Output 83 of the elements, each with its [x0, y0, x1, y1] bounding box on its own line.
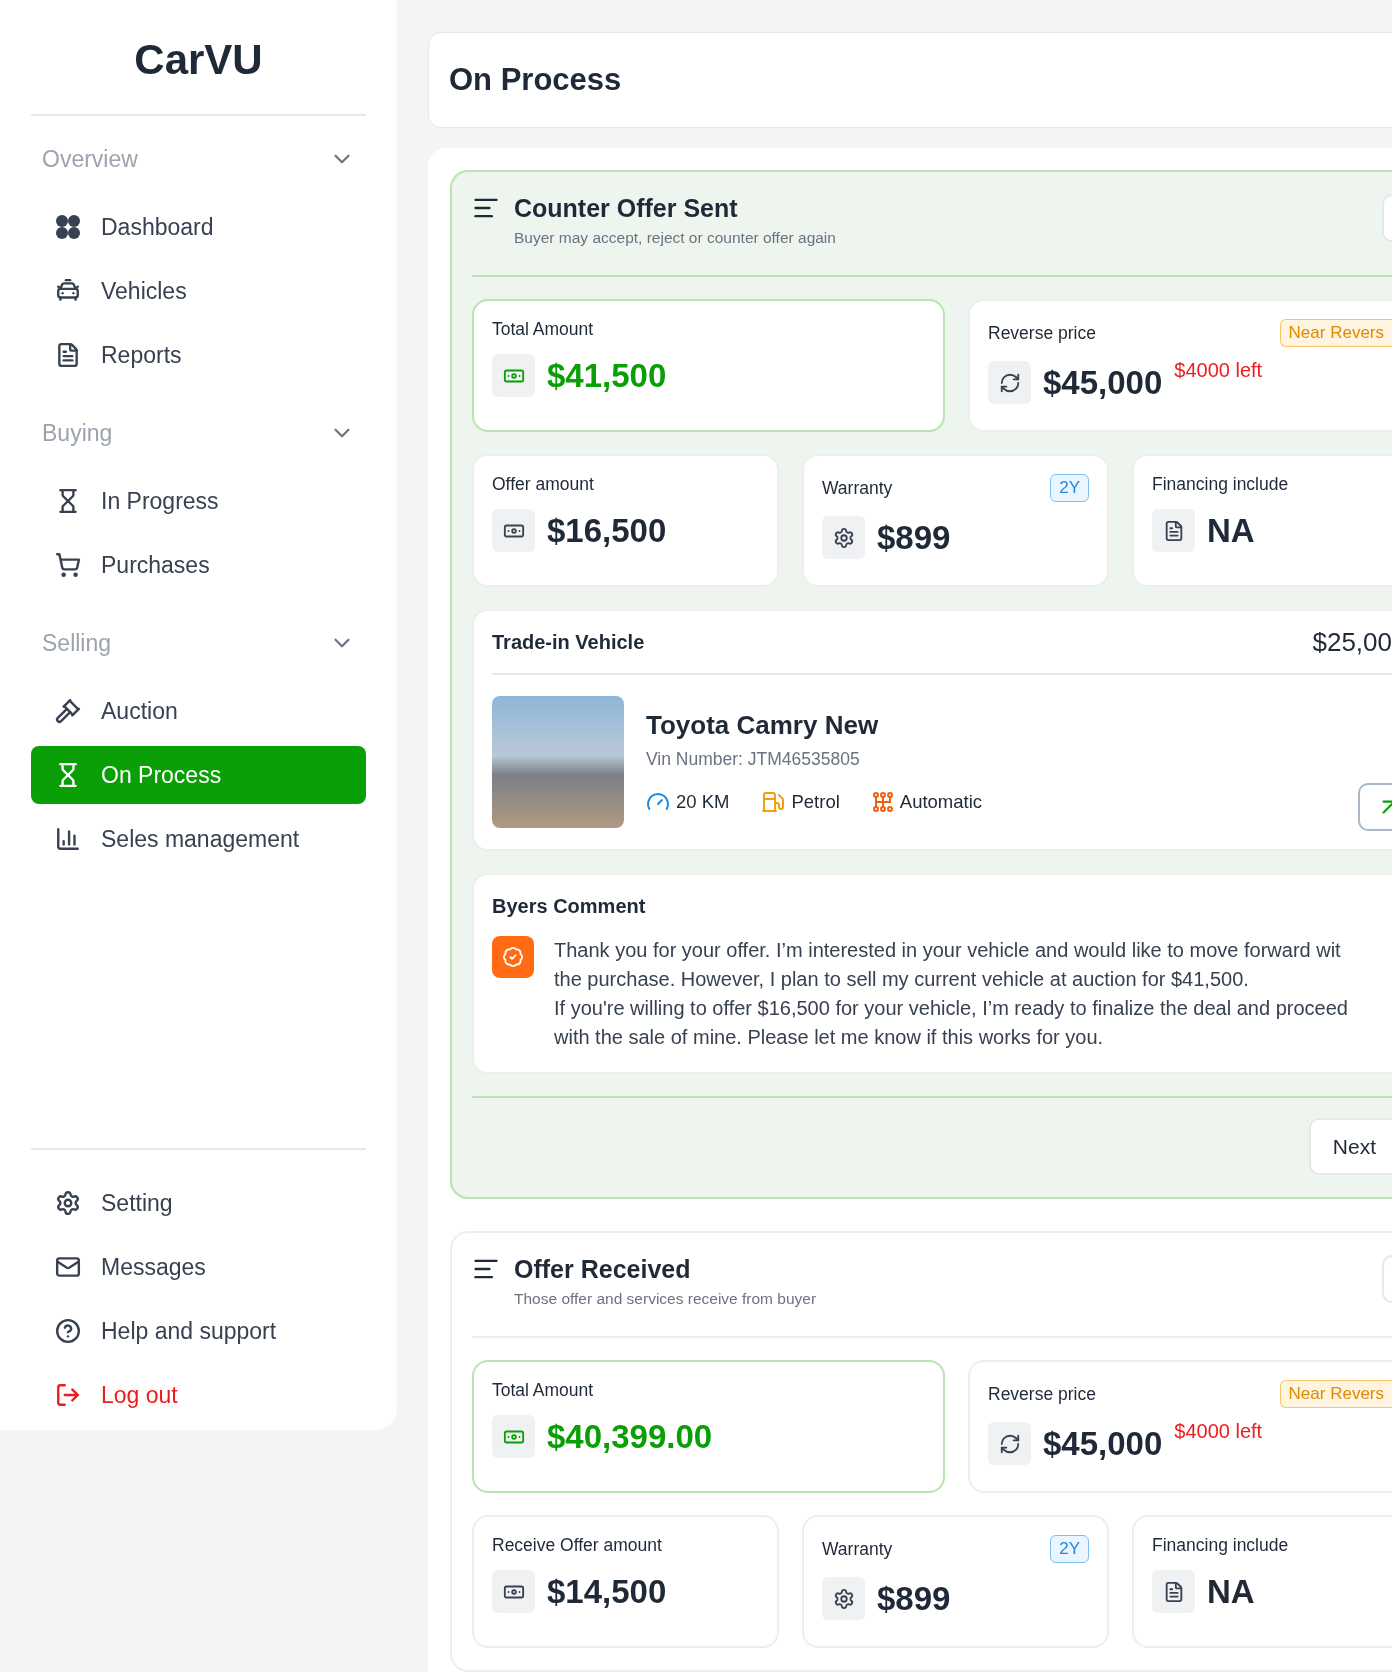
vehicle-name: Toyota Camry New [646, 710, 880, 741]
fuel-pump-icon [761, 790, 786, 814]
vehicle-spec: Automatic [871, 790, 983, 814]
nav-item[interactable]: Log out [31, 1366, 366, 1424]
section-subtitle: Buyer may accept, reject or counter offer again [514, 229, 836, 247]
nav-item[interactable]: Vehicles [31, 262, 366, 320]
warranty-badge: 2Y [1050, 1535, 1089, 1563]
cart-icon [55, 552, 81, 578]
card-label: Offer amount [492, 474, 594, 495]
nav-item[interactable]: Setting [31, 1174, 366, 1232]
reserve-value: $45,000 [1043, 363, 1163, 402]
warranty-badge: 2Y [1050, 474, 1089, 502]
nav-item[interactable]: On Process [31, 746, 366, 804]
nav-item[interactable]: Reports [31, 326, 366, 384]
comment-text: with the sale of mine. Please let me know if this works for you. [554, 1025, 1105, 1050]
nav-item[interactable]: Dashboard [31, 198, 366, 256]
stat-value: $16,500 [547, 511, 667, 550]
card-label: Financing include [1152, 474, 1289, 495]
vehicle-spec: 20 KM [646, 790, 730, 814]
refresh-icon [988, 1422, 1031, 1465]
card-label: Reverse price [988, 322, 1096, 344]
card-label: Warranty [822, 1538, 893, 1560]
banknote-icon [492, 1570, 535, 1613]
banknote-icon [492, 354, 535, 397]
nav-item[interactable]: In Progress [31, 472, 366, 530]
stat-value: $899 [877, 1579, 951, 1618]
card-title: Byers Comment [492, 895, 646, 917]
nav-item[interactable]: Messages [31, 1238, 366, 1296]
vin-number: Vin Number: JTM46535805 [646, 749, 861, 770]
open-button[interactable] [1358, 783, 1392, 831]
stat-value: $14,500 [547, 1572, 667, 1611]
card-label: Financing include [1152, 1535, 1289, 1556]
comment-text: Thank you for your offer. I’m interested in your vehicle and would like to move forward wit [554, 938, 1342, 963]
gear-shift-icon [871, 791, 894, 813]
card-label: Receive Offer amount [492, 1535, 662, 1556]
trade-in-price: $25,00 [1312, 626, 1392, 658]
card-label: Warranty [822, 477, 893, 499]
card-label: Total Amount [492, 319, 594, 340]
status-badge: Near Revers [1279, 319, 1392, 347]
gear-icon [822, 1577, 865, 1620]
document-icon [1152, 1570, 1195, 1613]
section-title: Offer Received [514, 1255, 692, 1284]
card-label: Total Amount [492, 1380, 594, 1401]
document-icon [55, 342, 81, 368]
comment-icon [492, 936, 534, 978]
gear-icon [822, 516, 865, 559]
next-button[interactable]: Next [1308, 1118, 1392, 1175]
stat-value: NA [1207, 1572, 1255, 1611]
help-icon [55, 1318, 81, 1344]
card-label: Reverse price [988, 1383, 1096, 1405]
page-title: On Process [449, 62, 622, 98]
header-button[interactable] [1382, 1255, 1392, 1303]
header-button[interactable] [1382, 194, 1392, 242]
comment-text: If you're willing to offer $16,500 for your vehicle, I’m ready to finalize the deal and proceed [554, 996, 1348, 1021]
stat-value: $899 [877, 518, 951, 557]
nav-item[interactable]: Help and support [31, 1302, 366, 1360]
vehicle-spec: Petrol [761, 790, 840, 814]
nav-item[interactable]: Auction [31, 682, 366, 740]
remaining-note: $4000 left [1174, 359, 1263, 382]
remaining-note: $4000 left [1174, 1420, 1263, 1443]
gavel-icon [55, 698, 81, 724]
total-value: $40,399.00 [547, 1417, 713, 1456]
section-title: Counter Offer Sent [514, 194, 739, 223]
dashboard-icon [55, 214, 81, 240]
document-icon [1152, 509, 1195, 552]
card-title: Trade-in Vehicle [492, 630, 645, 654]
brand-logo: CarVU [31, 0, 366, 116]
section-subtitle: Those offer and services receive from buyer [514, 1290, 817, 1308]
stat-value: NA [1207, 511, 1255, 550]
total-value: $41,500 [547, 356, 667, 395]
bar-chart-icon [55, 826, 81, 852]
comment-text: the purchase. However, I plan to sell my current vehicle at auction for $41,500. [554, 967, 1250, 992]
logout-icon [55, 1382, 81, 1408]
nav-item[interactable]: Seles management [31, 810, 366, 868]
refresh-icon [988, 361, 1031, 404]
taxi-icon [55, 278, 81, 304]
banknote-icon [492, 509, 535, 552]
reserve-value: $45,000 [1043, 1424, 1163, 1463]
mail-icon [55, 1254, 81, 1280]
status-badge: Near Revers [1279, 1380, 1392, 1408]
nav-item[interactable]: Purchases [31, 536, 366, 594]
banknote-icon [492, 1415, 535, 1458]
settings-icon [55, 1190, 81, 1216]
